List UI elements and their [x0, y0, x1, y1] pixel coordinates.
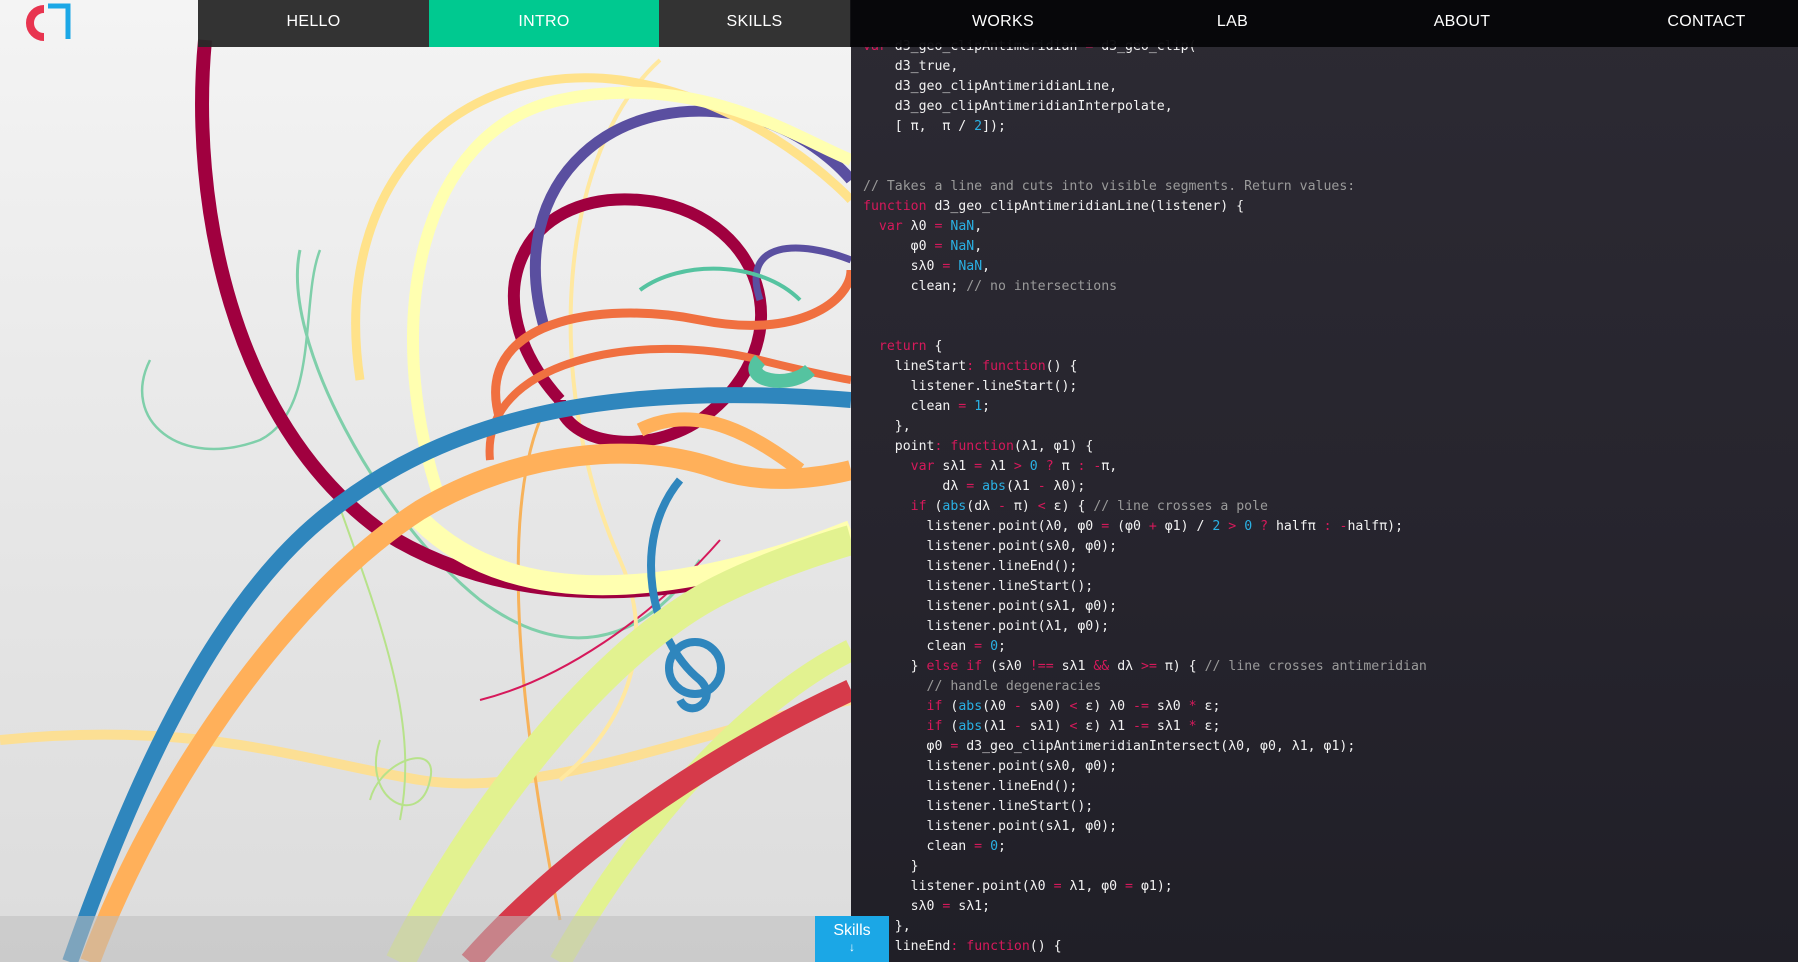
- code-line: if (abs(λ1 - sλ1) < ε) λ1 -= sλ1 * ε;: [926, 719, 1221, 734]
- code-line: d3_geo_clipAntimeridianInterpolate,: [863, 99, 1173, 114]
- code-line: listener.point(sλ1, φ0);: [863, 819, 1118, 834]
- code-line: listener.point(λ0, φ0 = (φ0 + φ1) / 2 > …: [863, 519, 1404, 534]
- code-line: [ π, π / 2]);: [863, 119, 1006, 134]
- code-line: listener.point(sλ1, φ0);: [863, 599, 1118, 614]
- arrow-down-icon: ↓: [849, 940, 855, 954]
- top-navigation: HELLO INTRO SKILLS WORKS LAB ABOUT CONTA…: [198, 0, 1798, 47]
- skills-button-label: Skills: [833, 922, 871, 939]
- code-line: point: function(λ1, φ1) {: [863, 439, 1094, 454]
- code-line: // handle degeneracies: [926, 679, 1102, 694]
- code-line: listener.point(sλ0, φ0);: [863, 539, 1118, 554]
- code-line: return {: [878, 339, 943, 354]
- code-line: clean = 0;: [863, 839, 1006, 854]
- code-line: listener.point(λ1, φ0);: [863, 619, 1110, 634]
- code-line: listener.point(λ0 = λ1, φ0 = φ1);: [863, 879, 1173, 894]
- code-line: listener.lineStart();: [863, 379, 1078, 394]
- code-line: listener.lineEnd();: [863, 559, 1078, 574]
- code-line: if (abs(λ0 - sλ0) < ε) λ0 -= sλ0 * ε;: [926, 699, 1221, 714]
- code-line: lineEnd: function() {: [863, 939, 1062, 954]
- code-line: var sλ1 = λ1 > 0 ? π : -π,: [910, 459, 1118, 474]
- nav-item-intro[interactable]: INTRO: [429, 0, 659, 47]
- code-line: d3_true,: [863, 59, 959, 74]
- code-line: },: [863, 419, 911, 434]
- code-line: if (abs(dλ - π) < ε) { // line crosses a…: [910, 499, 1268, 514]
- nav-item-lab[interactable]: LAB: [1156, 0, 1309, 47]
- code-line: sλ0 = sλ1;: [863, 899, 991, 914]
- code-panel: var d3_geo_clipAntimeridian = d3_geo_cli…: [851, 0, 1798, 962]
- code-line: dλ = abs(λ1 - λ0);: [863, 479, 1086, 494]
- code-block: var d3_geo_clipAntimeridian = d3_geo_cli…: [863, 37, 1427, 957]
- logo[interactable]: [0, 0, 198, 47]
- nav-item-skills[interactable]: SKILLS: [659, 0, 850, 47]
- code-line: var λ0 = NaN,: [878, 219, 983, 234]
- code-line: listener.lineEnd();: [863, 779, 1078, 794]
- code-line: } else if (sλ0 !== sλ1 && dλ >= π) { // …: [863, 659, 1427, 674]
- code-line: clean = 1;: [863, 399, 991, 414]
- nav-item-hello[interactable]: HELLO: [198, 0, 429, 47]
- nav-item-works[interactable]: WORKS: [850, 0, 1156, 47]
- skills-scroll-button[interactable]: Skills ↓: [815, 916, 889, 962]
- code-line: sλ0 = NaN,: [863, 259, 991, 274]
- code-line: φ0 = NaN,: [863, 239, 983, 254]
- nav-item-about[interactable]: ABOUT: [1309, 0, 1615, 47]
- code-line: clean = 0;: [863, 639, 1006, 654]
- code-line: function d3_geo_clipAntimeridianLine(lis…: [863, 199, 1245, 214]
- code-line: clean; // no intersections: [863, 279, 1118, 294]
- code-line: },: [894, 919, 911, 934]
- ribbon-artwork: [0, 39, 851, 962]
- generative-art-canvas: [0, 0, 851, 962]
- code-line: }: [863, 859, 919, 874]
- code-line: d3_geo_clipAntimeridianLine,: [863, 79, 1118, 94]
- logo-mark-icon: [26, 3, 71, 41]
- code-line: lineStart: function() {: [863, 359, 1078, 374]
- code-line: // Takes a line and cuts into visible se…: [863, 179, 1356, 194]
- bottom-strip: [0, 916, 851, 962]
- code-line: listener.lineStart();: [863, 579, 1094, 594]
- nav-item-contact[interactable]: CONTACT: [1615, 0, 1798, 47]
- code-line: listener.lineStart();: [863, 799, 1094, 814]
- code-line: φ0 = d3_geo_clipAntimeridianIntersect(λ0…: [863, 739, 1356, 754]
- code-line: listener.point(sλ0, φ0);: [863, 759, 1118, 774]
